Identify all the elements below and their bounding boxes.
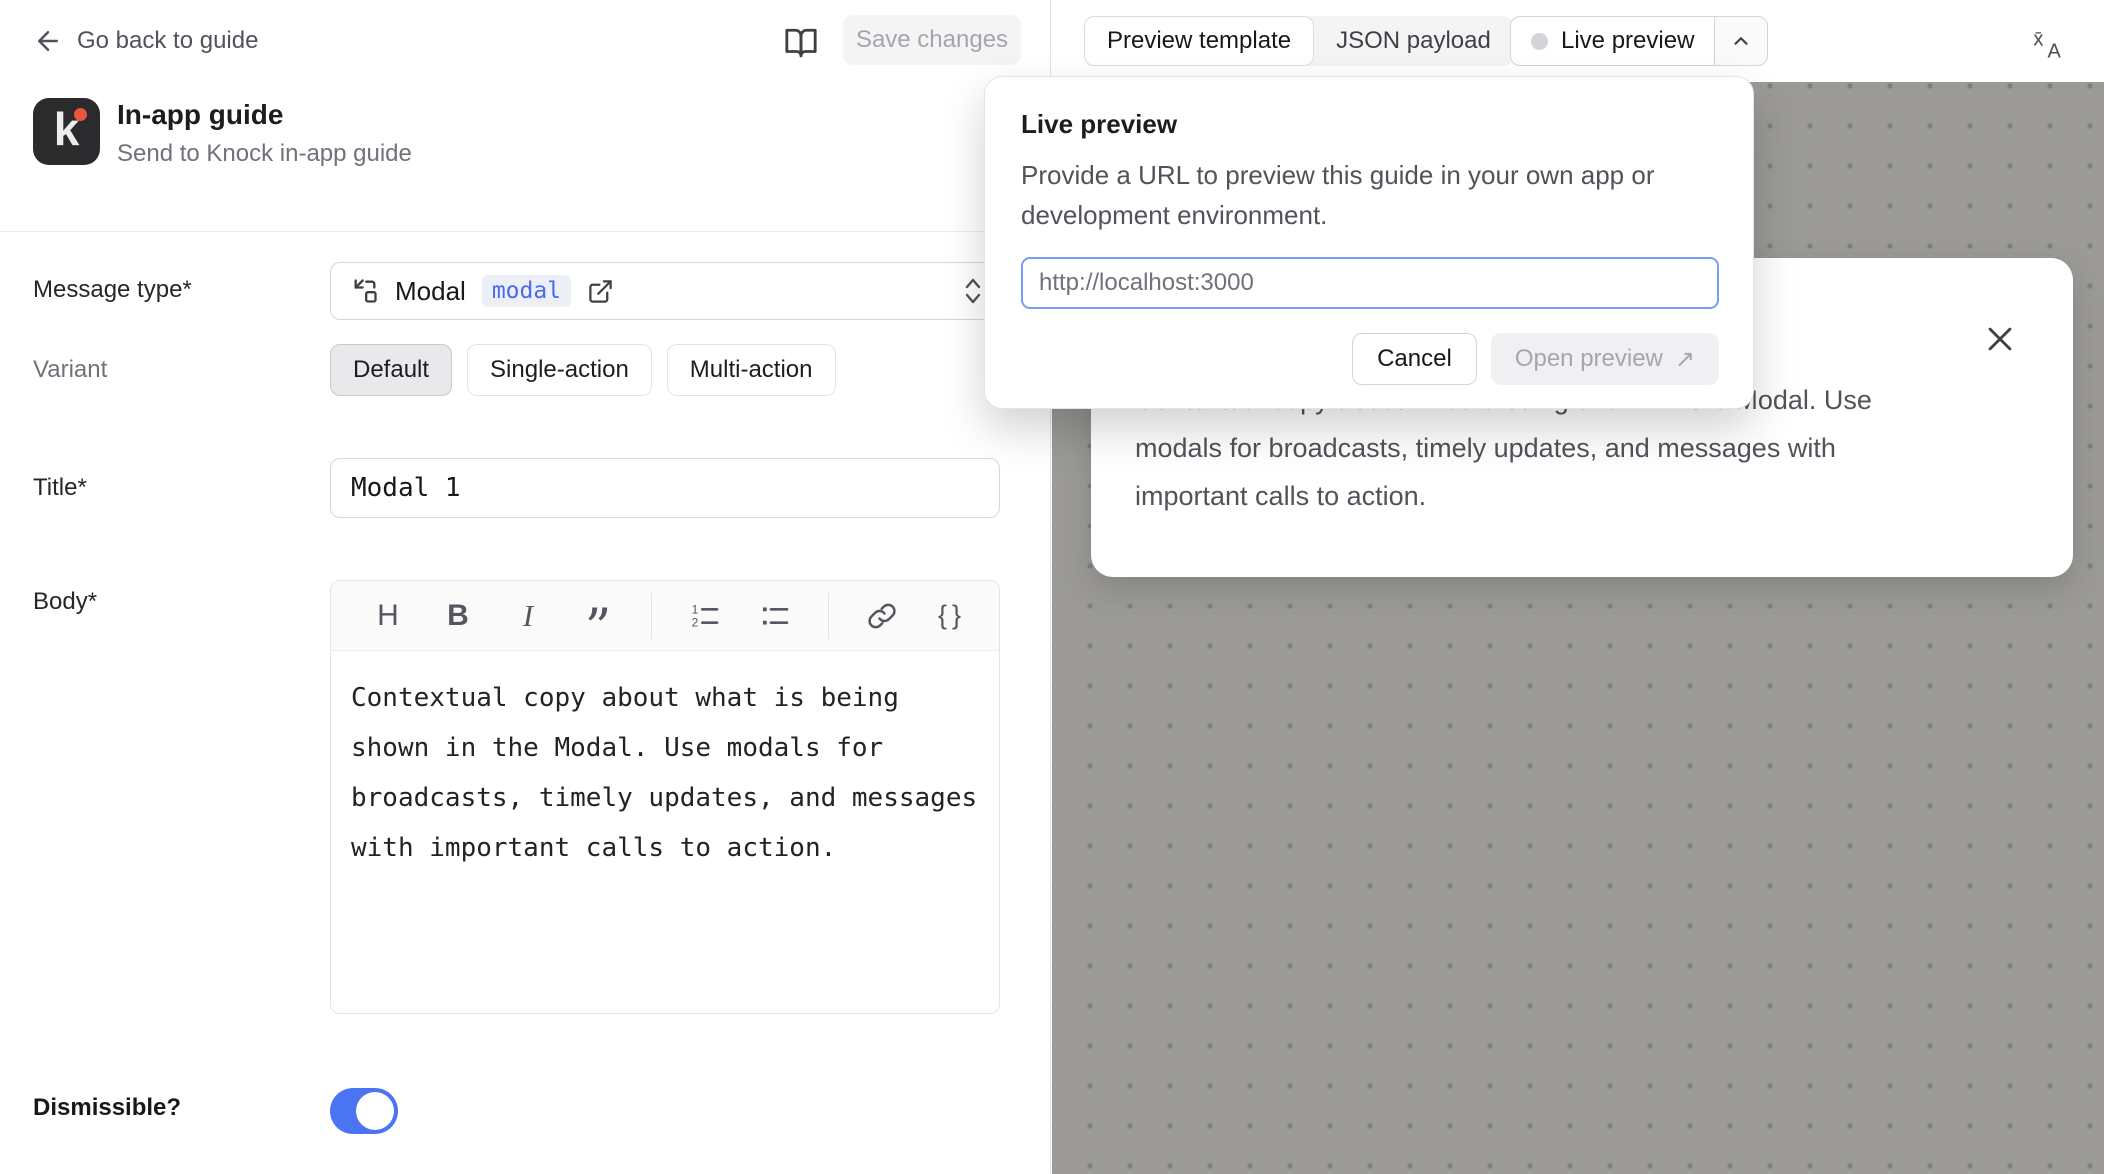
popover-description: Provide a URL to preview this guide in y…	[1021, 155, 1711, 235]
back-to-guide-label: Go back to guide	[77, 27, 258, 55]
live-preview-split-button: Live preview	[1510, 16, 1768, 66]
live-preview-chevron-button[interactable]	[1714, 16, 1768, 66]
toolbar-divider	[651, 593, 652, 639]
body-editor-content[interactable]: Contextual copy about what is being show…	[331, 651, 999, 895]
guide-header: k In-app guide Send to Knock in-app guid…	[0, 82, 1050, 232]
knock-logo-letter: k	[33, 102, 100, 156]
chevron-up-icon	[1730, 30, 1752, 52]
editor-toolbar: H B I ” 12 {}	[331, 581, 999, 651]
svg-text:x̄: x̄	[2033, 29, 2043, 51]
live-preview-button[interactable]: Live preview	[1510, 16, 1714, 66]
svg-text:A: A	[2048, 40, 2062, 62]
arrow-up-right-icon: ↗	[1675, 345, 1695, 374]
editor-panel: Go back to guide Save changes k In-app g…	[0, 0, 1051, 1174]
back-to-guide-link[interactable]: Go back to guide	[33, 26, 258, 56]
preview-tabs: Preview template JSON payload	[1084, 16, 1513, 66]
knock-logo: k	[33, 98, 100, 165]
open-preview-label: Open preview	[1515, 345, 1663, 373]
page-title: In-app guide	[117, 99, 283, 131]
open-preview-button[interactable]: Open preview ↗	[1491, 333, 1719, 385]
ordered-list-button[interactable]: 12	[688, 596, 722, 636]
message-type-value: Modal	[395, 276, 466, 307]
body-editor: H B I ” 12 {} Con	[330, 580, 1000, 1014]
preview-url-input[interactable]	[1021, 257, 1719, 309]
tab-preview-template[interactable]: Preview template	[1084, 16, 1314, 66]
variant-default-button[interactable]: Default	[330, 344, 452, 396]
variant-button-group: Default Single-action Multi-action	[330, 344, 1000, 396]
save-changes-button[interactable]: Save changes	[843, 15, 1021, 65]
blockquote-button[interactable]: ”	[581, 596, 615, 636]
variant-multi-action-button[interactable]: Multi-action	[667, 344, 836, 396]
knock-logo-dot	[74, 108, 87, 121]
title-label: Title*	[33, 474, 87, 502]
close-icon[interactable]	[1983, 322, 2017, 356]
dismissible-toggle[interactable]	[330, 1088, 398, 1134]
title-input[interactable]	[330, 458, 1000, 518]
svg-text:2: 2	[692, 615, 699, 629]
body-label: Body*	[33, 588, 97, 616]
external-link-icon[interactable]	[587, 278, 614, 305]
live-preview-label: Live preview	[1561, 27, 1694, 55]
toolbar-divider	[828, 593, 829, 639]
bullet-list-button[interactable]	[758, 596, 792, 636]
back-arrow-icon	[33, 26, 63, 56]
variables-button[interactable]: {}	[935, 596, 969, 636]
variant-label: Variant	[33, 356, 107, 384]
popover-title: Live preview	[1021, 109, 1177, 140]
live-preview-popover: Live preview Provide a URL to preview th…	[984, 76, 1754, 409]
select-chevrons-icon	[963, 276, 983, 306]
status-dot-icon	[1531, 33, 1548, 50]
translate-icon[interactable]: x̄A	[2030, 24, 2070, 64]
heading-button[interactable]: H	[371, 596, 405, 636]
page-subtitle: Send to Knock in-app guide	[117, 140, 412, 168]
modal-type-icon	[351, 277, 379, 305]
variant-single-action-button[interactable]: Single-action	[467, 344, 652, 396]
message-type-key-badge: modal	[482, 275, 571, 307]
docs-book-icon[interactable]	[784, 26, 818, 60]
preview-toolbar: Preview template JSON payload Live previ…	[1052, 0, 2104, 82]
dismissible-label: Dismissible?	[33, 1094, 181, 1122]
svg-text:1: 1	[692, 602, 699, 616]
cancel-button[interactable]: Cancel	[1352, 333, 1477, 385]
tab-json-payload[interactable]: JSON payload	[1314, 16, 1513, 66]
toggle-knob	[356, 1092, 394, 1130]
popover-actions: Cancel Open preview ↗	[1021, 333, 1719, 385]
link-button[interactable]	[865, 596, 899, 636]
italic-button[interactable]: I	[511, 596, 545, 636]
message-type-label: Message type*	[33, 276, 192, 304]
message-type-select[interactable]: Modal modal	[330, 262, 1000, 320]
bold-button[interactable]: B	[441, 596, 475, 636]
